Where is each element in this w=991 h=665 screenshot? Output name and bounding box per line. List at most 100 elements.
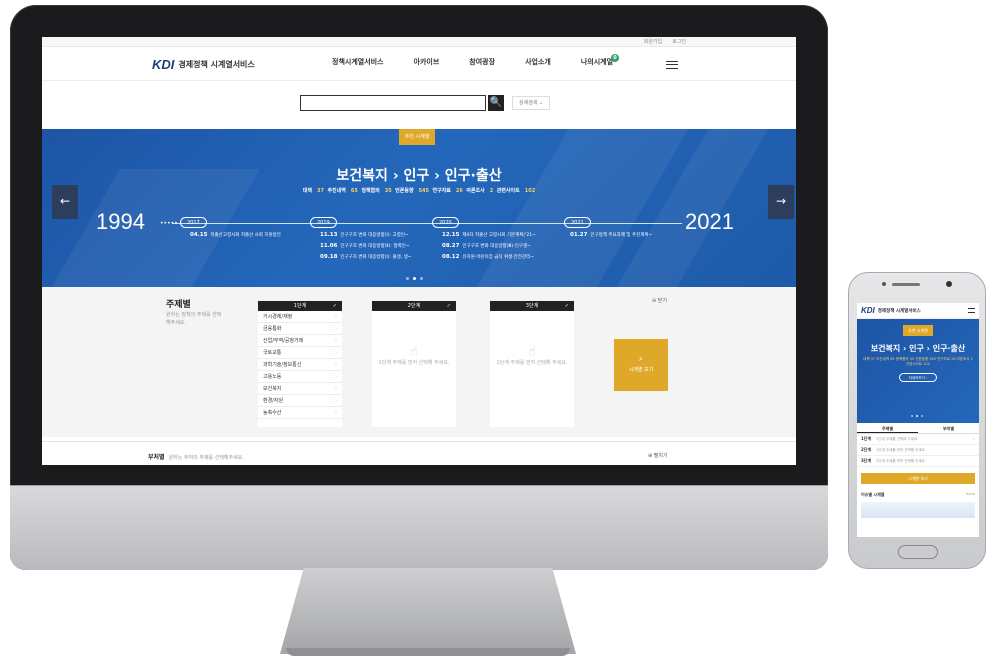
timeline-event[interactable]: 08.12 유치원·어린이집 급식 위생·안전관리~	[442, 254, 534, 260]
issue-map-image	[861, 502, 975, 518]
step3-empty: ☝ 2단계 주제를 먼저 선택해 주세요.	[490, 345, 574, 367]
close-button[interactable]: ⊖ 닫기	[652, 297, 667, 304]
step1-item[interactable]: 농축수산	[258, 407, 342, 419]
mobile-banner: 추천 시계열 보건복지 › 인구 › 인구·출산 대책 37 추진내역 65 정…	[857, 319, 979, 423]
main-nav: 정책시계열서비스 아카이브 참여광장 사업소개 나의시계열0	[332, 54, 621, 67]
step1-item[interactable]: 산업/무역/공정거래	[258, 335, 342, 347]
service-name: 경제정책 시계열서비스	[178, 60, 255, 69]
end-year: 2021	[685, 209, 734, 234]
step2-column: 2단계 ✓ ☝ 1단계 주제를 먼저 선택해 주세요.	[372, 301, 456, 427]
desktop-screen: 회원가입 로그인 KDI 경제정책 시계열서비스 정책시계열서비스 아카이브 참…	[42, 37, 796, 465]
my-series-badge: 0	[611, 54, 620, 62]
banner-stats: 대책 37 추진내역 65 정책협의 35 언론동향 545 연구자료 26 여론조사 2 …	[302, 188, 536, 194]
stat-label: 정책협의	[361, 188, 380, 194]
mobile-screen: KDI 경제정책 시계열서비스 추천 시계열 보건복지 › 인구 › 인구·출산…	[857, 303, 979, 537]
step1-header: 1단계 ✓	[258, 301, 342, 311]
nav-item-participation[interactable]: 참여광장	[469, 57, 495, 67]
pointer-icon: ☝	[410, 344, 418, 358]
carousel-dot[interactable]	[420, 277, 423, 280]
step2-empty: ☝ 1단계 주제를 먼저 선택해 주세요.	[372, 344, 456, 367]
step1-item[interactable]: 과학기술/정보통신	[258, 359, 342, 371]
step-select[interactable]: 3단계 2단계 주제를 먼저 선택해 주세요.	[857, 456, 979, 467]
search-bar: 🔍 상세검색 ⌄	[300, 95, 551, 111]
step3-header: 3단계 ✓	[490, 301, 574, 311]
view-series-button[interactable]: ⌕ 시계열 보기	[614, 339, 668, 391]
timeline-line	[172, 223, 682, 224]
year-pill[interactable]: 2017	[180, 217, 207, 228]
carousel-dot[interactable]	[406, 277, 409, 280]
nav-item-about[interactable]: 사업소개	[525, 57, 551, 67]
step1-item[interactable]: 거시경제/재정	[258, 311, 342, 323]
timeline-event[interactable]: 08.27 인구구조 변화 대응방향(Ⅲ)·인구생~	[442, 243, 531, 249]
start-year: 1994	[96, 209, 145, 234]
next-arrow-icon[interactable]: →	[768, 185, 794, 219]
step1-column: 1단계✓ 거시경제/재정 금융통화 산업/무역/공정거래 국토교통 과학기술/정…	[258, 301, 342, 427]
home-button[interactable]	[898, 545, 938, 559]
subject-title: 주제별	[166, 300, 191, 310]
monitor-base	[286, 648, 570, 656]
nav-item-archive[interactable]: 아카이브	[414, 57, 440, 67]
timeline-event[interactable]: 11.06 인구구조 변화 대응방향(Ⅱ): 절벽인~	[320, 243, 410, 249]
camera-icon	[882, 282, 886, 286]
detail-search-button[interactable]: 상세검색 ⌄	[512, 96, 551, 110]
recommend-banner: 추천 시계열 보건복지 › 인구 › 인구·출산 대책 37 추진내역 65 정책협…	[42, 129, 796, 287]
timeline-event[interactable]: 11.13 인구구조 변화 대응방향(Ⅰ): 고령인~	[320, 232, 409, 238]
year-pill[interactable]: 2019	[310, 217, 337, 228]
stat-label: 대책	[302, 188, 312, 194]
speaker-icon	[892, 282, 920, 286]
timeline-event[interactable]: 09.18 인구구조 변화 대응방향(Ⅰ): 출생, 생~	[320, 254, 412, 260]
carousel-dots	[911, 415, 923, 417]
step1-item[interactable]: 금융통화	[258, 323, 342, 335]
carousel-dot-active[interactable]	[413, 277, 416, 280]
more-link[interactable]: more	[966, 492, 975, 498]
mobile-phone: KDI 경제정책 시계열서비스 추천 시계열 보건복지 › 인구 › 인구·출산…	[848, 272, 986, 569]
menu-icon[interactable]	[666, 61, 678, 69]
menu-icon[interactable]	[968, 308, 975, 313]
step1-item[interactable]: 보건복지	[258, 383, 342, 395]
expand-button[interactable]: ⊕ 펼치기	[648, 452, 668, 459]
timeline-event[interactable]: 04.15 저출산고령사회 저출산 사회 지원방안	[190, 232, 281, 238]
stat-label: 관련사이트	[496, 188, 520, 194]
nav-item-my-series[interactable]: 나의시계열0	[581, 54, 621, 67]
site-logo[interactable]: KDI 경제정책 시계열서비스	[152, 57, 255, 72]
mobile-tabs: 주제별 부처별	[857, 423, 979, 434]
timeline-event[interactable]: 12.15 제4차 저출산 고령사회 기본계획('21~	[442, 232, 536, 238]
step-select[interactable]: 2단계 1단계 주제를 먼저 선택해 주세요.	[857, 445, 979, 456]
timeline-event[interactable]: 01.27 인구정책 주요과제 및 추진계획~	[570, 232, 652, 238]
site-header: KDI 경제정책 시계열서비스 정책시계열서비스 아카이브 참여광장 사업소개 …	[42, 47, 796, 81]
stat-label: 연구자료	[432, 188, 451, 194]
year-pill[interactable]: 2020	[432, 217, 459, 228]
chevron-down-icon: ⌄	[972, 437, 975, 441]
carousel-dots	[406, 277, 423, 280]
check-icon: ✓	[564, 303, 569, 309]
year-pill[interactable]: 2021	[564, 217, 591, 228]
recommend-tag: 추천 시계열	[399, 129, 435, 145]
monitor-chin	[10, 485, 828, 570]
subject-description: 원하는 정책의 주제를 선택해주세요.	[166, 312, 222, 326]
banner-stats: 대책 37 추진내역 65 정책협의 35 언론동향 545 연구자료 26 여…	[863, 357, 973, 366]
kdi-logo[interactable]: KDI	[861, 306, 875, 315]
signup-link[interactable]: 회원가입	[644, 38, 662, 45]
search-icon[interactable]: 🔍	[488, 95, 504, 111]
step1-item[interactable]: 국토교통	[258, 347, 342, 359]
search-input[interactable]	[300, 95, 486, 111]
stat-label: 언론동향	[395, 188, 414, 194]
more-button[interactable]: 자세히보기 ›	[899, 373, 937, 382]
step3-column: 3단계 ✓ ☝ 2단계 주제를 먼저 선택해 주세요.	[490, 301, 574, 427]
view-series-button[interactable]: 시계열 보기	[861, 473, 975, 484]
login-link[interactable]: 로그인	[672, 38, 686, 45]
step1-item[interactable]: 환경/자원	[258, 395, 342, 407]
nav-item-policy-series[interactable]: 정책시계열서비스	[332, 57, 384, 67]
step2-header: 2단계 ✓	[372, 301, 456, 311]
tab-subject[interactable]: 주제별	[857, 423, 918, 433]
ministry-section: 부처별 원하는 부처의 주제를 선택해주세요. ⊕ 펼치기	[42, 441, 796, 465]
stat-label: 추진내역	[327, 188, 346, 194]
banner-title: 보건복지 › 인구 › 인구·출산	[336, 168, 502, 184]
banner-title: 보건복지 › 인구 › 인구·출산	[870, 344, 966, 353]
step-select[interactable]: 1단계 1단계 주제를 선택해 주세요. ⌄	[857, 434, 979, 445]
step1-item[interactable]: 고용노동	[258, 371, 342, 383]
tab-ministry[interactable]: 부처별	[918, 423, 979, 433]
utility-bar: 회원가입 로그인	[42, 37, 796, 47]
prev-arrow-icon[interactable]: ←	[52, 185, 78, 219]
phone-top-bezel	[849, 281, 985, 287]
